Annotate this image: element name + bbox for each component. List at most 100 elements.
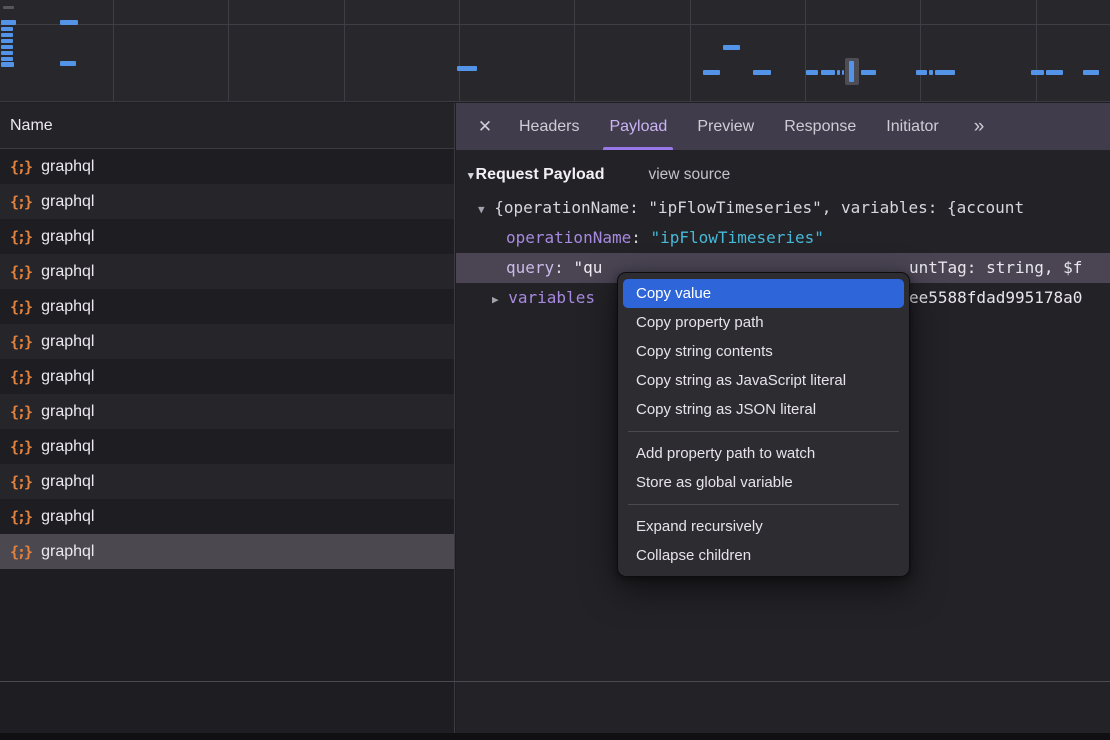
- tab-response[interactable]: Response: [769, 103, 871, 150]
- overview-gridline: [690, 0, 691, 101]
- request-name-label: graphql: [41, 333, 94, 351]
- overview-gridline: [1036, 0, 1037, 101]
- property-key: query: [506, 258, 554, 277]
- overview-gridline: [344, 0, 345, 101]
- request-name-label: graphql: [41, 158, 94, 176]
- overview-request-bar: [916, 70, 927, 75]
- overview-gridline: [113, 0, 114, 101]
- overview-request-bar: [861, 70, 876, 75]
- menu-item-copy-string-as-json-literal[interactable]: Copy string as JSON literal: [623, 395, 904, 424]
- request-name-label: graphql: [41, 473, 94, 491]
- json-braces-icon: {;}: [10, 193, 31, 211]
- overview-request-bar: [935, 70, 955, 75]
- network-request-row[interactable]: {;} graphql: [0, 324, 454, 359]
- close-icon[interactable]: ✕: [466, 103, 504, 150]
- tab-strip: HeadersPayloadPreviewResponseInitiator: [504, 103, 954, 150]
- tab-preview[interactable]: Preview: [682, 103, 769, 150]
- value-overflow-fragment: untTag: string, $f: [909, 253, 1082, 283]
- more-tabs-icon[interactable]: »: [962, 103, 995, 150]
- overview-gridline: [805, 0, 806, 101]
- request-list: {;} graphql {;} graphql {;} graphql {;} graphql…: [0, 149, 454, 569]
- json-braces-icon: {;}: [10, 333, 31, 351]
- network-request-row[interactable]: {;} graphql: [0, 534, 454, 569]
- overview-request-bar: [842, 70, 844, 75]
- overview-request-bar: [929, 70, 933, 75]
- overview-marker-bar: [849, 61, 854, 82]
- menu-item-store-as-global-variable[interactable]: Store as global variable: [623, 468, 904, 497]
- tab-headers[interactable]: Headers: [504, 103, 594, 150]
- overview-request-bar: [1, 33, 13, 37]
- menu-item-collapse-children[interactable]: Collapse children: [623, 541, 904, 570]
- json-braces-icon: {;}: [10, 263, 31, 281]
- overview-lane-divider: [0, 24, 1110, 25]
- network-request-row[interactable]: {;} graphql: [0, 184, 454, 219]
- network-request-row[interactable]: {;} graphql: [0, 499, 454, 534]
- tab-initiator[interactable]: Initiator: [871, 103, 953, 150]
- property-key: variables: [508, 288, 595, 307]
- network-request-row[interactable]: {;}graphql: [0, 289, 454, 324]
- json-braces-icon: {;}: [10, 298, 31, 316]
- tree-twisty-icon[interactable]: ▶: [492, 293, 499, 306]
- overview-request-bar: [1083, 70, 1099, 75]
- network-overview-timeline[interactable]: [0, 0, 1110, 102]
- menu-item-add-property-path-to-watch[interactable]: Add property path to watch: [623, 439, 904, 468]
- request-name-label: graphql: [41, 228, 94, 246]
- menu-separator: [628, 431, 899, 432]
- network-request-row[interactable]: {;} graphql: [0, 219, 454, 254]
- overview-request-bar: [1046, 70, 1063, 75]
- json-braces-icon: {;}: [10, 158, 31, 176]
- json-braces-icon: {;}: [10, 543, 31, 561]
- json-braces-icon: {;}: [10, 508, 31, 526]
- name-column-label: Name: [10, 117, 53, 135]
- menu-item-copy-property-path[interactable]: Copy property path: [623, 308, 904, 337]
- overview-request-bar: [60, 20, 78, 25]
- json-braces-icon: {;}: [10, 228, 31, 246]
- menu-item-copy-string-contents[interactable]: Copy string contents: [623, 337, 904, 366]
- devtools-network-panel: Name {;}graphql{;}graphql{;}graphql{;}gr…: [0, 0, 1110, 740]
- network-request-row[interactable]: {;}graphql: [0, 429, 454, 464]
- overview-request-bar: [3, 6, 14, 9]
- overview-request-bar: [703, 70, 720, 75]
- name-column-header[interactable]: Name: [0, 103, 454, 149]
- overview-request-bar: [457, 66, 477, 71]
- property-key: operationName: [506, 228, 631, 247]
- network-request-row[interactable]: {;}graphql: [0, 464, 454, 499]
- menu-item-copy-value[interactable]: Copy value: [623, 279, 904, 308]
- request-payload-section-header[interactable]: ▾ Request Payload view source: [456, 150, 1110, 193]
- overview-gridline: [574, 0, 575, 101]
- menu-item-copy-string-as-javascript-literal[interactable]: Copy string as JavaScript literal: [623, 366, 904, 395]
- request-name-label: graphql: [41, 403, 94, 421]
- overview-request-bar: [1, 62, 14, 67]
- request-name-label: graphql: [41, 193, 94, 211]
- overview-request-bar: [1, 27, 13, 31]
- overview-request-bar: [1, 51, 13, 55]
- menu-item-expand-recursively[interactable]: Expand recursively: [623, 512, 904, 541]
- network-request-row[interactable]: {;}graphql: [0, 359, 454, 394]
- overview-gridline: [920, 0, 921, 101]
- details-tabbar: ✕ HeadersPayloadPreviewResponseInitiator…: [456, 103, 1110, 150]
- overview-request-bar: [1, 45, 13, 49]
- network-request-row[interactable]: {;}graphql: [0, 394, 454, 429]
- request-list-panel: Name {;}graphql{;}graphql{;}graphql{;}gr…: [0, 103, 455, 733]
- payload-tree-row[interactable]: ▼ {operationName: "ipFlowTimeseries", va…: [456, 193, 1110, 223]
- overview-gridline: [228, 0, 229, 101]
- payload-tree-row[interactable]: operationName: "ipFlowTimeseries": [456, 223, 1110, 253]
- network-request-row[interactable]: {;} graphql: [0, 254, 454, 289]
- network-request-row[interactable]: {;} graphql: [0, 149, 454, 184]
- request-name-label: graphql: [41, 508, 94, 526]
- overview-request-bar: [723, 45, 740, 50]
- section-collapse-icon[interactable]: ▾: [468, 169, 474, 182]
- overview-request-bar: [821, 70, 835, 75]
- request-name-label: graphql: [41, 263, 94, 281]
- request-name-label: graphql: [41, 543, 94, 561]
- overview-request-bar: [837, 70, 840, 75]
- overview-request-bar: [1, 57, 13, 61]
- tab-payload[interactable]: Payload: [594, 103, 682, 150]
- view-source-link[interactable]: view source: [648, 166, 730, 184]
- overview-request-bar: [1031, 70, 1044, 75]
- property-value: "qu: [573, 258, 602, 277]
- tree-twisty-icon[interactable]: ▼: [478, 203, 485, 216]
- menu-separator: [628, 504, 899, 505]
- key-colon: :: [554, 258, 573, 277]
- json-braces-icon: {;}: [10, 368, 31, 386]
